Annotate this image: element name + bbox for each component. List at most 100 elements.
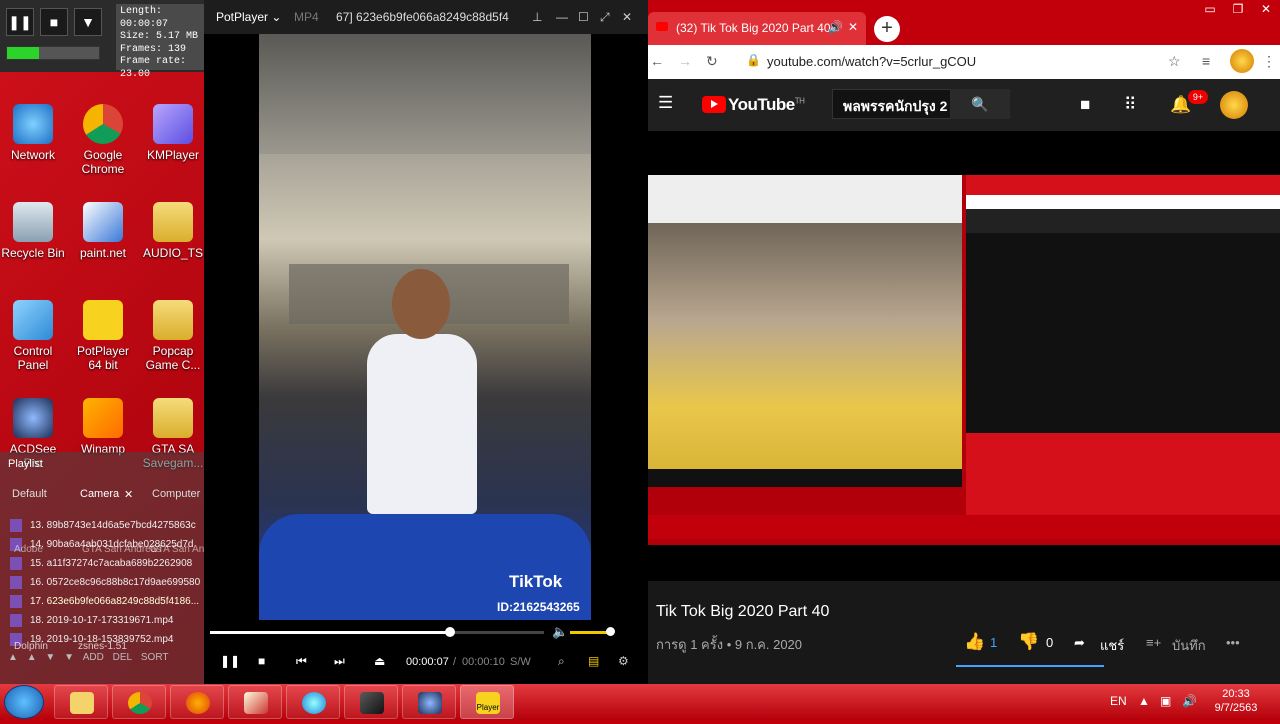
close-icon[interactable]: ✕	[622, 10, 632, 24]
zoom-icon[interactable]: ⌕	[558, 654, 565, 669]
list-item[interactable]: 18. 2019-10-17-173319671.mp4	[10, 611, 204, 630]
clock[interactable]: 20:33 9/7/2563	[1208, 687, 1264, 715]
create-video-icon[interactable]: ■	[1080, 95, 1090, 115]
list-item[interactable]: 17. 623e6b9fe066a8249c88d5f4186...	[10, 592, 204, 611]
speaker-icon[interactable]: 🔊	[828, 20, 843, 34]
playlist-panel: Playlist Default Camera ✕ Computer 13. 8…	[0, 452, 204, 684]
profile-avatar[interactable]	[1230, 49, 1254, 73]
close-icon[interactable]: ✕	[124, 488, 133, 501]
desktop-icon-paintnet[interactable]: paint.net	[70, 202, 136, 260]
sw-decoder-toggle[interactable]: S/W	[510, 656, 531, 668]
volume-slider[interactable]	[570, 631, 610, 634]
like-icon[interactable]: 👍	[964, 632, 985, 652]
pin-icon[interactable]: ⊥	[532, 10, 542, 24]
close-tab-icon[interactable]: ✕	[848, 20, 858, 34]
taskbar-paint[interactable]	[228, 685, 282, 719]
taskbar-potplayer[interactable]: Player	[460, 685, 514, 719]
star-icon[interactable]: ☆	[1168, 53, 1181, 70]
taskbar-acdsee[interactable]	[402, 685, 456, 719]
more-button[interactable]: •••	[1226, 635, 1240, 650]
like-ratio-bar	[956, 665, 1104, 667]
seek-bar-track[interactable]	[450, 631, 544, 634]
search-button[interactable]: 🔍	[950, 89, 1010, 119]
fullscreen-icon[interactable]: ⤢	[600, 10, 610, 25]
mute-icon[interactable]: 🔈	[552, 624, 568, 640]
apps-grid-icon[interactable]: ⠿	[1124, 95, 1136, 115]
desktop-icon-popcap[interactable]: Popcap Game C...	[140, 300, 206, 372]
close-icon[interactable]: ✕	[1252, 0, 1280, 20]
pause-icon[interactable]: ❚❚	[220, 654, 240, 668]
app-menu-button[interactable]: PotPlayer ⌄	[216, 10, 281, 24]
new-tab-button[interactable]: +	[874, 16, 900, 42]
gear-icon[interactable]: ⚙	[618, 654, 629, 668]
desktop-icon-control-panel[interactable]: Control Panel	[0, 300, 66, 372]
seek-handle[interactable]	[445, 627, 456, 637]
taskbar-chrome[interactable]	[112, 685, 166, 719]
desktop-icon-audio-ts[interactable]: AUDIO_TS	[140, 202, 206, 260]
minimize-icon[interactable]: —	[556, 10, 568, 24]
back-icon[interactable]: ←	[650, 53, 664, 69]
save-button[interactable]: บันทึก	[1172, 635, 1206, 656]
move-down-icon[interactable]: ▼	[45, 652, 55, 663]
speaker-tray-icon[interactable]: 🔊	[1182, 694, 1197, 708]
playback-controls: ❚❚ ■ ⏮ ⏭ ⏏ 00:00:07 / 00:00:10 S/W ⌕ ▤ ⚙	[204, 648, 648, 678]
move-down-icon[interactable]: ▼	[64, 652, 74, 663]
shadow-label: GTA San Andreas Cle	[150, 544, 204, 555]
share-icon[interactable]: ➦	[1074, 635, 1085, 651]
account-avatar[interactable]	[1220, 91, 1248, 119]
stop-icon[interactable]: ■	[258, 654, 265, 668]
minimize-icon[interactable]: ▭	[1196, 0, 1224, 20]
save-icon[interactable]: ≡+	[1146, 635, 1161, 650]
maximize-icon[interactable]: ☐	[578, 10, 589, 24]
tray-up-icon[interactable]: ▲	[1138, 694, 1150, 708]
media-control-icon[interactable]: ≡	[1202, 53, 1210, 69]
video-frame[interactable]: TikTok ID:2162543265	[259, 34, 591, 620]
volume-level-meter[interactable]	[6, 46, 100, 60]
dislike-icon[interactable]: 👎	[1018, 632, 1039, 652]
maximize-icon[interactable]: ❐	[1224, 0, 1252, 20]
list-item[interactable]: 15. a11f37274c7acaba689b2262908	[10, 554, 204, 573]
taskbar-winamp[interactable]	[344, 685, 398, 719]
pause-button[interactable]: ❚❚	[6, 8, 34, 36]
eject-dropdown-button[interactable]: ▼	[74, 8, 102, 36]
delete-button[interactable]: DEL	[113, 652, 132, 663]
youtube-logo[interactable]: YouTubeTH	[702, 95, 805, 115]
hamburger-icon[interactable]: ☰	[658, 93, 673, 113]
playlist-icon[interactable]: ▤	[588, 654, 599, 668]
add-button[interactable]: ADD	[83, 652, 104, 663]
language-indicator[interactable]: EN	[1110, 694, 1127, 708]
tab-computer[interactable]: Computer	[152, 488, 200, 500]
next-icon[interactable]: ⏭	[334, 654, 345, 669]
volume-handle[interactable]	[605, 627, 615, 636]
menu-kebab-icon[interactable]: ⋮	[1262, 53, 1276, 70]
sort-button[interactable]: SORT	[141, 652, 169, 663]
taskbar-explorer[interactable]	[54, 685, 108, 719]
reload-icon[interactable]: ↻	[706, 53, 718, 70]
share-button[interactable]: แชร์	[1100, 635, 1124, 656]
start-button[interactable]	[4, 685, 44, 719]
tab-camera[interactable]: Camera	[80, 488, 119, 500]
desktop-icon-potplayer[interactable]: PotPlayer 64 bit	[70, 300, 136, 372]
desktop-icon-recycle-bin[interactable]: Recycle Bin	[0, 202, 66, 260]
stop-button[interactable]: ■	[40, 8, 68, 36]
list-item[interactable]: 16. 0572ce8c96c88b8c17d9ae699580	[10, 573, 204, 592]
move-up-icon[interactable]: ▲	[27, 652, 37, 663]
video-player[interactable]	[648, 131, 1280, 581]
seek-bar-fill[interactable]	[210, 631, 451, 634]
eject-icon[interactable]: ⏏	[374, 654, 385, 668]
taskbar-firefox[interactable]	[170, 685, 224, 719]
url-field[interactable]: youtube.com/watch?v=5crlur_gCOU	[767, 54, 976, 69]
internet-explorer-icon	[302, 692, 326, 714]
forward-icon[interactable]: →	[678, 53, 692, 69]
desktop-icon-network[interactable]: Network	[0, 104, 66, 162]
taskbar-ie[interactable]	[286, 685, 340, 719]
tab-youtube[interactable]: (32) Tik Tok Big 2020 Part 40 🔊 ✕	[648, 12, 866, 45]
previous-icon[interactable]: ⏮	[296, 654, 307, 669]
tab-default[interactable]: Default	[12, 488, 47, 500]
desktop-icon-chrome[interactable]: Google Chrome	[70, 104, 136, 176]
list-item[interactable]: 13. 89b8743e14d6a5e7bcd4275863c	[10, 516, 204, 535]
desktop-icon-winamp[interactable]: Winamp	[70, 398, 136, 456]
move-up-icon[interactable]: ▲	[8, 652, 18, 663]
desktop-icon-kmplayer[interactable]: KMPlayer	[140, 104, 206, 162]
network-tray-icon[interactable]: ▣	[1160, 694, 1171, 708]
